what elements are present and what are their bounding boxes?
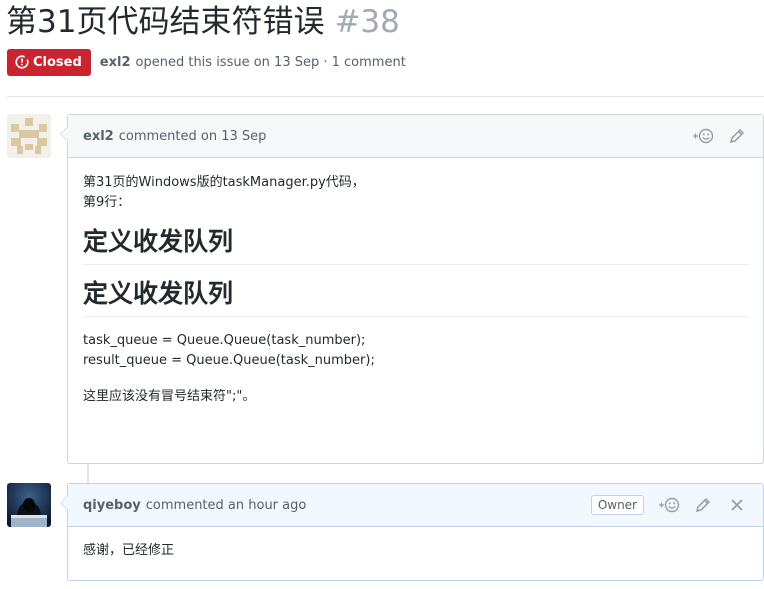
hacker-avatar-image <box>7 483 51 527</box>
state-badge: Closed <box>7 48 91 76</box>
issue-number: #38 <box>334 4 400 40</box>
comment-header: qiyeboy commented an hour ago Owner <box>68 484 763 527</box>
comment-body: 感谢，已经修正 <box>68 527 763 576</box>
comment-actions <box>692 127 748 145</box>
add-reaction-icon[interactable] <box>658 496 680 514</box>
comment-body: 第31页的Windows版的taskManager.py代码， 第9行： 定义收… <box>68 158 763 422</box>
comment-author-link[interactable]: exl2 <box>83 129 114 144</box>
issue-meta: Closed exl2 opened this issue on 13 Sep … <box>7 48 406 76</box>
comment-timestamp[interactable]: commented an hour ago <box>146 498 307 513</box>
state-label: Closed <box>33 54 82 70</box>
identicon-avatar-image <box>7 114 51 158</box>
issue-title: 第31页代码结束符错误 #38 <box>6 2 400 42</box>
comment-heading: 定义收发队列 <box>83 277 749 317</box>
issue-title-text: 第31页代码结束符错误 <box>6 4 325 40</box>
comment-text-line: 第9行： <box>83 195 131 210</box>
comment-1: exl2 commented on 13 Sep 第31页的Windows版的t… <box>60 114 764 464</box>
comment-heading: 定义收发队列 <box>83 225 749 265</box>
issue-author-link[interactable]: exl2 <box>100 55 131 70</box>
closed-issue-icon <box>15 55 29 69</box>
comment-timestamp[interactable]: commented on 13 Sep <box>119 129 267 144</box>
close-icon[interactable] <box>726 496 748 514</box>
comment-code-line: result_queue = Queue.Queue(task_number); <box>83 353 375 368</box>
owner-badge: Owner <box>590 495 644 515</box>
comment-text-line: 第31页的Windows版的taskManager.py代码， <box>83 175 365 190</box>
timeline-connector <box>87 464 89 484</box>
issue-meta-text: opened this issue on 13 Sep · 1 comment <box>135 54 406 70</box>
comment-actions: Owner <box>590 495 748 515</box>
avatar[interactable] <box>7 483 51 527</box>
comment-text-line: 这里应该没有冒号结束符";"。 <box>83 389 256 404</box>
pencil-icon[interactable] <box>692 496 714 514</box>
comment-text-line: 感谢，已经修正 <box>83 543 175 558</box>
comment-header: exl2 commented on 13 Sep <box>68 115 763 158</box>
comment-code-line: task_queue = Queue.Queue(task_number); <box>83 333 366 348</box>
comment-author-link[interactable]: qiyeboy <box>83 498 141 513</box>
comment-2: qiyeboy commented an hour ago Owner 感谢，已… <box>60 483 764 581</box>
avatar[interactable] <box>7 114 51 158</box>
add-reaction-icon[interactable] <box>692 127 714 145</box>
pencil-icon[interactable] <box>726 127 748 145</box>
header-divider <box>7 96 764 97</box>
